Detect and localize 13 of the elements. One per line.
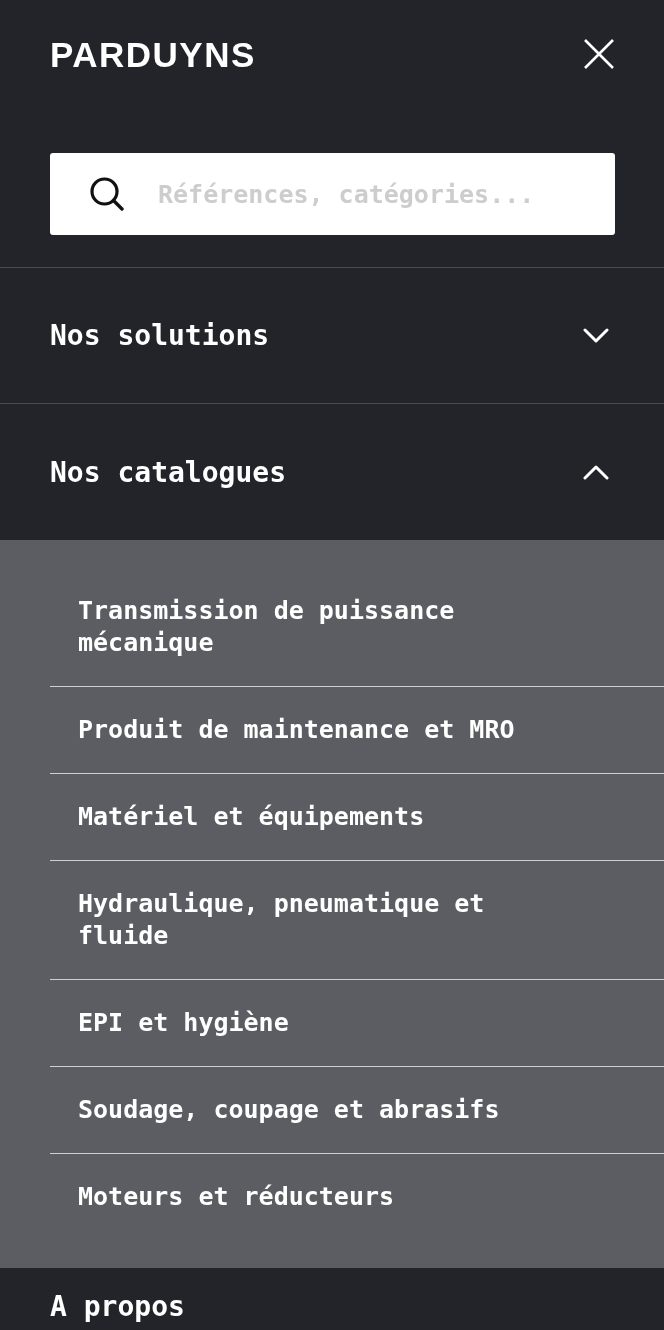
search-icon [90,177,124,211]
close-icon[interactable] [584,39,614,69]
catalog-link[interactable]: Soudage, coupage et abrasifs [50,1067,664,1153]
catalog-link[interactable]: Moteurs et réducteurs [50,1154,664,1240]
section-toggle[interactable]: Nos catalogues [0,404,664,540]
catalog-link[interactable]: Produit de maintenance et MRO [50,687,664,773]
section-toggle[interactable]: A propos [50,1291,185,1323]
catalog-link[interactable]: Transmission de puissance mécanique [50,568,664,686]
section-toggle[interactable]: Nos solutions [0,268,664,404]
catalog-link[interactable]: Matériel et équipements [50,774,664,860]
catalog-link[interactable]: Hydraulique, pneumatique et fluide [50,861,664,979]
catalog-link[interactable]: EPI et hygiène [50,980,664,1066]
brand-logo[interactable]: PARDUYNS [50,36,256,72]
